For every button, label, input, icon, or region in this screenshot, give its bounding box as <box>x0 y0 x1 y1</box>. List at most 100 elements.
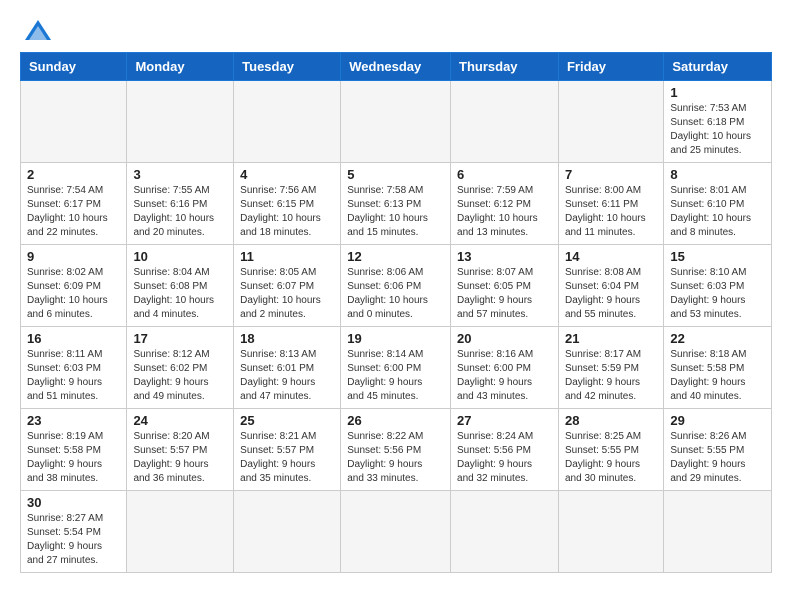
calendar-cell: 9 Sunrise: 8:02 AM Sunset: 6:09 PM Daylig… <box>21 245 127 327</box>
day-number: 5 <box>347 167 444 182</box>
weekday-header-wednesday: Wednesday <box>341 53 451 81</box>
calendar-cell: 18 Sunrise: 8:13 AM Sunset: 6:01 PM Dayli… <box>234 327 341 409</box>
page-header <box>20 20 772 42</box>
calendar-cell <box>127 491 234 573</box>
day-number: 20 <box>457 331 552 346</box>
day-number: 17 <box>133 331 227 346</box>
calendar-cell: 3 Sunrise: 7:55 AM Sunset: 6:16 PM Daylig… <box>127 163 234 245</box>
day-info: Sunrise: 8:11 AM Sunset: 6:03 PM Dayligh… <box>27 348 120 404</box>
calendar-cell: 7 Sunrise: 8:00 AM Sunset: 6:11 PM Daylig… <box>558 163 663 245</box>
day-info: Sunrise: 8:01 AM Sunset: 6:10 PM Dayligh… <box>670 184 765 240</box>
day-info: Sunrise: 8:14 AM Sunset: 6:00 PM Dayligh… <box>347 348 444 404</box>
day-info: Sunrise: 8:22 AM Sunset: 5:56 PM Dayligh… <box>347 430 444 486</box>
weekday-header-sunday: Sunday <box>21 53 127 81</box>
calendar-cell: 5 Sunrise: 7:58 AM Sunset: 6:13 PM Daylig… <box>341 163 451 245</box>
day-info: Sunrise: 7:56 AM Sunset: 6:15 PM Dayligh… <box>240 184 334 240</box>
day-info: Sunrise: 8:08 AM Sunset: 6:04 PM Dayligh… <box>565 266 657 322</box>
calendar-cell: 15Sunrise: 8:10 AM Sunset: 6:03 PM Dayli… <box>664 245 772 327</box>
day-number: 25 <box>240 413 334 428</box>
calendar-cell: 29 Sunrise: 8:26 AM Sunset: 5:55 PM Dayli… <box>664 409 772 491</box>
calendar-cell <box>664 491 772 573</box>
calendar-cell: 23 Sunrise: 8:19 AM Sunset: 5:58 PM Dayli… <box>21 409 127 491</box>
day-number: 27 <box>457 413 552 428</box>
calendar-cell: 4 Sunrise: 7:56 AM Sunset: 6:15 PM Daylig… <box>234 163 341 245</box>
day-info: Sunrise: 7:55 AM Sunset: 6:16 PM Dayligh… <box>133 184 227 240</box>
weekday-header-monday: Monday <box>127 53 234 81</box>
day-info: Sunrise: 7:58 AM Sunset: 6:13 PM Dayligh… <box>347 184 444 240</box>
day-number: 7 <box>565 167 657 182</box>
calendar-cell <box>21 81 127 163</box>
day-number: 18 <box>240 331 334 346</box>
calendar-cell: 13 Sunrise: 8:07 AM Sunset: 6:05 PM Dayli… <box>451 245 559 327</box>
calendar-cell: 8 Sunrise: 8:01 AM Sunset: 6:10 PM Daylig… <box>664 163 772 245</box>
day-number: 8 <box>670 167 765 182</box>
day-info: Sunrise: 8:26 AM Sunset: 5:55 PM Dayligh… <box>670 430 765 486</box>
calendar-cell: 19Sunrise: 8:14 AM Sunset: 6:00 PM Dayli… <box>341 327 451 409</box>
day-info: Sunrise: 8:13 AM Sunset: 6:01 PM Dayligh… <box>240 348 334 404</box>
calendar-cell: 1 Sunrise: 7:53 AM Sunset: 6:18 PM Daylig… <box>664 81 772 163</box>
day-info: Sunrise: 8:10 AM Sunset: 6:03 PM Dayligh… <box>670 266 765 322</box>
calendar-cell <box>127 81 234 163</box>
day-number: 23 <box>27 413 120 428</box>
calendar-cell: 21 Sunrise: 8:17 AM Sunset: 5:59 PM Dayli… <box>558 327 663 409</box>
day-number: 21 <box>565 331 657 346</box>
day-info: Sunrise: 8:07 AM Sunset: 6:05 PM Dayligh… <box>457 266 552 322</box>
week-row-3: 9 Sunrise: 8:02 AM Sunset: 6:09 PM Daylig… <box>21 245 772 327</box>
day-number: 9 <box>27 249 120 264</box>
day-info: Sunrise: 8:27 AM Sunset: 5:54 PM Dayligh… <box>27 512 120 568</box>
day-number: 30 <box>27 495 120 510</box>
day-number: 14 <box>565 249 657 264</box>
week-row-1: 1 Sunrise: 7:53 AM Sunset: 6:18 PM Daylig… <box>21 81 772 163</box>
weekday-header-tuesday: Tuesday <box>234 53 341 81</box>
day-number: 13 <box>457 249 552 264</box>
day-info: Sunrise: 8:20 AM Sunset: 5:57 PM Dayligh… <box>133 430 227 486</box>
weekday-header-row: SundayMondayTuesdayWednesdayThursdayFrid… <box>21 53 772 81</box>
calendar-cell: 26 Sunrise: 8:22 AM Sunset: 5:56 PM Dayli… <box>341 409 451 491</box>
day-number: 10 <box>133 249 227 264</box>
calendar-cell: 16 Sunrise: 8:11 AM Sunset: 6:03 PM Dayli… <box>21 327 127 409</box>
calendar-cell: 11 Sunrise: 8:05 AM Sunset: 6:07 PM Dayli… <box>234 245 341 327</box>
day-info: Sunrise: 8:19 AM Sunset: 5:58 PM Dayligh… <box>27 430 120 486</box>
calendar-cell: 28Sunrise: 8:25 AM Sunset: 5:55 PM Dayli… <box>558 409 663 491</box>
calendar-cell: 14 Sunrise: 8:08 AM Sunset: 6:04 PM Dayli… <box>558 245 663 327</box>
day-info: Sunrise: 8:02 AM Sunset: 6:09 PM Dayligh… <box>27 266 120 322</box>
calendar-cell: 6Sunrise: 7:59 AM Sunset: 6:12 PM Daylig… <box>451 163 559 245</box>
day-number: 22 <box>670 331 765 346</box>
day-info: Sunrise: 8:18 AM Sunset: 5:58 PM Dayligh… <box>670 348 765 404</box>
day-info: Sunrise: 8:21 AM Sunset: 5:57 PM Dayligh… <box>240 430 334 486</box>
calendar-cell: 12 Sunrise: 8:06 AM Sunset: 6:06 PM Dayli… <box>341 245 451 327</box>
calendar-cell <box>451 81 559 163</box>
calendar-cell <box>341 81 451 163</box>
day-number: 24 <box>133 413 227 428</box>
day-info: Sunrise: 7:53 AM Sunset: 6:18 PM Dayligh… <box>670 102 765 158</box>
day-number: 1 <box>670 85 765 100</box>
day-number: 29 <box>670 413 765 428</box>
weekday-header-friday: Friday <box>558 53 663 81</box>
day-number: 16 <box>27 331 120 346</box>
day-number: 12 <box>347 249 444 264</box>
day-info: Sunrise: 8:12 AM Sunset: 6:02 PM Dayligh… <box>133 348 227 404</box>
calendar-cell <box>558 81 663 163</box>
day-info: Sunrise: 7:54 AM Sunset: 6:17 PM Dayligh… <box>27 184 120 240</box>
calendar-cell: 22 Sunrise: 8:18 AM Sunset: 5:58 PM Dayli… <box>664 327 772 409</box>
day-info: Sunrise: 8:00 AM Sunset: 6:11 PM Dayligh… <box>565 184 657 240</box>
day-info: Sunrise: 8:06 AM Sunset: 6:06 PM Dayligh… <box>347 266 444 322</box>
day-info: Sunrise: 8:25 AM Sunset: 5:55 PM Dayligh… <box>565 430 657 486</box>
calendar-cell: 24 Sunrise: 8:20 AM Sunset: 5:57 PM Dayli… <box>127 409 234 491</box>
day-number: 3 <box>133 167 227 182</box>
weekday-header-saturday: Saturday <box>664 53 772 81</box>
calendar-cell: 10Sunrise: 8:04 AM Sunset: 6:08 PM Dayli… <box>127 245 234 327</box>
calendar-cell: 17 Sunrise: 8:12 AM Sunset: 6:02 PM Dayli… <box>127 327 234 409</box>
day-number: 11 <box>240 249 334 264</box>
day-info: Sunrise: 8:05 AM Sunset: 6:07 PM Dayligh… <box>240 266 334 322</box>
day-number: 26 <box>347 413 444 428</box>
day-info: Sunrise: 8:17 AM Sunset: 5:59 PM Dayligh… <box>565 348 657 404</box>
calendar-cell: 30 Sunrise: 8:27 AM Sunset: 5:54 PM Dayli… <box>21 491 127 573</box>
calendar-cell <box>451 491 559 573</box>
day-info: Sunrise: 8:24 AM Sunset: 5:56 PM Dayligh… <box>457 430 552 486</box>
day-info: Sunrise: 7:59 AM Sunset: 6:12 PM Dayligh… <box>457 184 552 240</box>
calendar-cell <box>234 491 341 573</box>
calendar-cell: 25 Sunrise: 8:21 AM Sunset: 5:57 PM Dayli… <box>234 409 341 491</box>
day-number: 4 <box>240 167 334 182</box>
calendar-cell: 27 Sunrise: 8:24 AM Sunset: 5:56 PM Dayli… <box>451 409 559 491</box>
